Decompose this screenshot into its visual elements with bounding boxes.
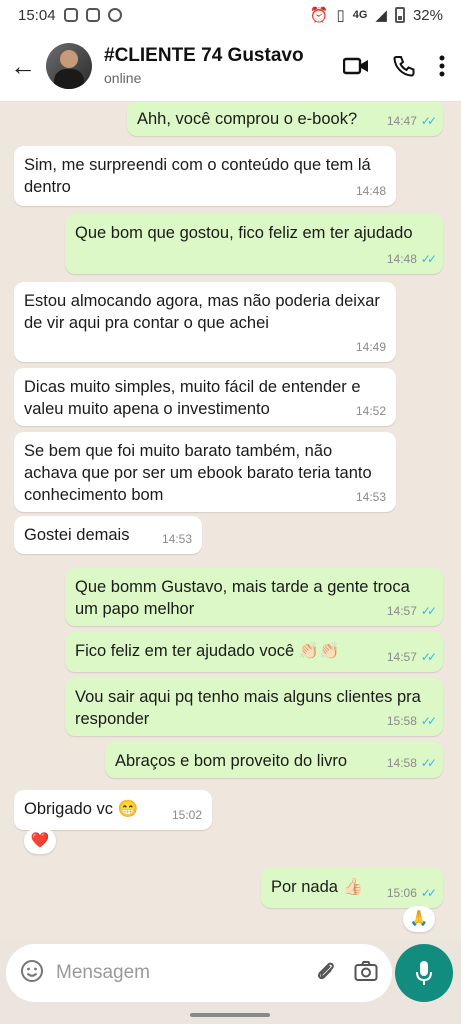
read-ticks-icon: ✓✓ [420, 650, 437, 664]
read-ticks-icon: ✓✓ [420, 756, 437, 770]
instagram-icon [63, 8, 78, 22]
message-text: Abraços e bom proveito do livro [115, 752, 348, 770]
contact-status: online [104, 70, 142, 86]
back-arrow-icon[interactable]: ← [10, 52, 38, 80]
read-ticks-icon: ✓✓ [420, 604, 437, 618]
message-text: Ahh, você comprou o e-book? [137, 110, 358, 128]
message-input[interactable] [54, 961, 314, 985]
message-time: 14:48 [386, 252, 417, 266]
message-text: Por nada 👍🏻 [271, 878, 364, 896]
contact-name: #CLIENTE 74 Gustavo [104, 45, 304, 66]
avatar[interactable] [46, 42, 92, 89]
message-time: 14:57 [386, 650, 417, 664]
message-text: Se bem que foi muito barato também, não … [24, 442, 372, 504]
message-bubble-incoming[interactable]: Gostei demais 14:53 [14, 516, 202, 554]
read-ticks-icon: ✓✓ [420, 714, 437, 728]
attachment-icon[interactable] [314, 959, 336, 988]
message-bubble-outgoing[interactable]: Abraços e bom proveito do livro 14:58 ✓✓ [105, 742, 443, 778]
chat-header: ← #CLIENTE 74 Gustavo online [0, 30, 461, 102]
more-options-icon[interactable] [439, 55, 445, 77]
battery-icon [394, 7, 405, 23]
message-bubble-outgoing[interactable]: Que bomm Gustavo, mais tarde a gente tro… [65, 568, 443, 626]
contact-info[interactable]: #CLIENTE 74 Gustavo online [104, 45, 343, 86]
camera-icon[interactable] [354, 960, 378, 987]
message-time: 14:53 [161, 532, 192, 546]
signal-icon: ◢ [375, 7, 387, 24]
alarm-icon: ⏰ [309, 7, 329, 24]
status-time: 15:04 [18, 6, 56, 24]
chat-area[interactable]: Ahh, você comprou o e-book? 14:47 ✓✓ Sim,… [0, 102, 461, 940]
message-time: 15:58 [386, 714, 417, 728]
message-time: 14:48 [355, 184, 386, 198]
message-text: Que bom que gostou, fico feliz em ter aj… [75, 224, 413, 242]
message-time: 14:52 [355, 404, 386, 418]
message-text: Sim, me surpreendi com o conteúdo que te… [24, 156, 371, 196]
chat-notification-icon [107, 8, 122, 22]
gesture-nav-bar[interactable] [190, 1013, 270, 1017]
read-ticks-icon: ✓✓ [420, 886, 437, 900]
message-time: 14:58 [386, 756, 417, 770]
heart-reaction-icon[interactable]: ❤️ [24, 828, 56, 854]
phone-call-icon[interactable] [393, 55, 415, 77]
microphone-button[interactable] [395, 944, 453, 1002]
message-text: Que bomm Gustavo, mais tarde a gente tro… [75, 578, 410, 618]
battery-level: 32% [412, 6, 443, 24]
status-bar: 15:04 ⏰ ▯ 4G ◢ 32% [0, 0, 461, 30]
emoji-icon[interactable] [20, 959, 44, 988]
message-bubble-incoming[interactable]: Se bem que foi muito barato também, não … [14, 432, 396, 512]
message-bubble-outgoing[interactable]: Por nada 👍🏻 15:06 ✓✓ [261, 868, 443, 908]
message-text: Obrigado vc 😁 [24, 800, 139, 818]
message-time: 14:53 [355, 490, 386, 504]
message-time: 15:06 [386, 886, 417, 900]
message-time: 15:02 [171, 808, 202, 822]
message-bubble-outgoing[interactable]: Ahh, você comprou o e-book? 14:47 ✓✓ [127, 102, 443, 136]
message-composer [6, 944, 392, 1002]
read-ticks-icon: ✓✓ [420, 114, 437, 128]
instagram-icon [85, 8, 100, 22]
message-bubble-outgoing[interactable]: Vou sair aqui pq tenho mais alguns clien… [65, 678, 443, 736]
message-bubble-incoming[interactable]: Estou almocando agora, mas não poderia d… [14, 282, 396, 362]
message-bubble-incoming[interactable]: Dicas muito simples, muito fácil de ente… [14, 368, 396, 426]
video-call-icon[interactable] [343, 57, 369, 75]
read-ticks-icon: ✓✓ [420, 252, 437, 266]
vibrate-icon: ▯ [336, 7, 345, 24]
message-text: Estou almocando agora, mas não poderia d… [24, 292, 380, 332]
message-bubble-incoming[interactable]: Obrigado vc 😁 15:02 [14, 790, 212, 830]
praying-hands-reaction-icon[interactable]: 🙏 [403, 906, 435, 932]
network-type: 4G [352, 9, 368, 21]
message-text: Gostei demais [24, 526, 130, 544]
message-time: 14:47 [386, 114, 417, 128]
message-time: 14:57 [386, 604, 417, 618]
message-bubble-outgoing[interactable]: Fico feliz em ter ajudado você 👏🏻👏🏻 14:5… [65, 632, 443, 672]
message-bubble-incoming[interactable]: Sim, me surpreendi com o conteúdo que te… [14, 146, 396, 206]
message-time: 14:49 [355, 340, 386, 354]
message-text: Fico feliz em ter ajudado você 👏🏻👏🏻 [75, 642, 340, 660]
message-bubble-outgoing[interactable]: Que bom que gostou, fico feliz em ter aj… [65, 214, 443, 274]
message-text: Vou sair aqui pq tenho mais alguns clien… [75, 688, 421, 728]
microphone-icon [416, 961, 432, 985]
message-text: Dicas muito simples, muito fácil de ente… [24, 378, 361, 418]
